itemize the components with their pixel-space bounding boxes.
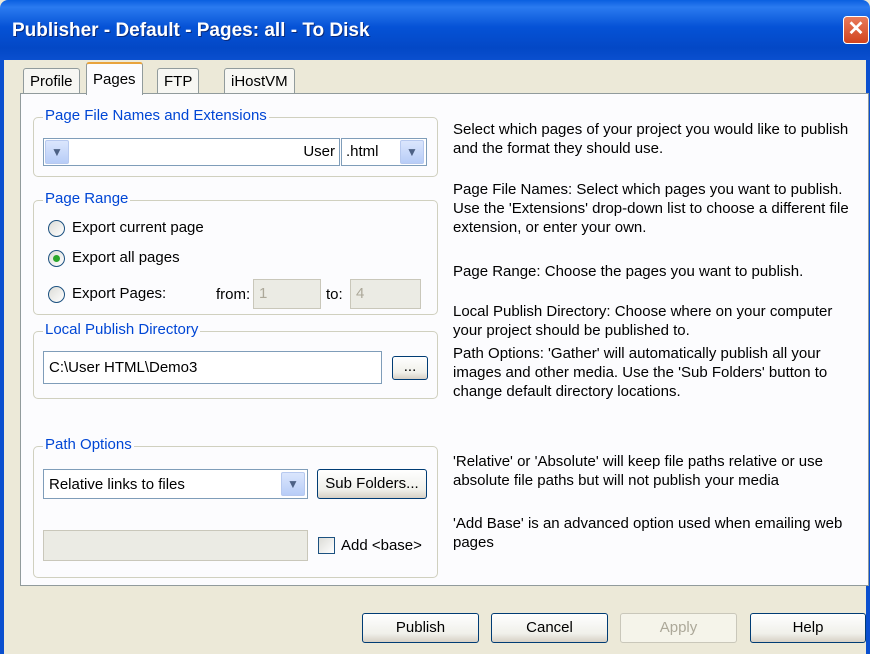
publish-dir-group-label: Local Publish Directory	[43, 321, 201, 338]
chevron-down-icon[interactable]: ▼	[400, 140, 424, 164]
help-paragraph-6: 'Relative' or 'Absolute' will keep file …	[453, 453, 823, 489]
to-field[interactable]: 4	[350, 279, 421, 309]
publish-button[interactable]: Publish	[362, 613, 479, 643]
path-options-group-label: Path Options	[43, 436, 134, 453]
extension-value: .html	[346, 143, 379, 160]
radio-label: Export current page	[72, 219, 204, 236]
radio-label: Export Pages:	[72, 285, 167, 302]
tab-pages[interactable]: Pages	[86, 62, 143, 95]
page-range-group-label: Page Range	[43, 190, 131, 207]
add-base-label: Add <base>	[341, 537, 422, 554]
radio-button-selected[interactable]	[48, 250, 65, 267]
chevron-down-icon[interactable]: ▼	[45, 140, 69, 164]
radio-button[interactable]	[48, 286, 65, 303]
help-paragraph-2: Page File Names: Select which pages you …	[453, 181, 849, 236]
radio-button[interactable]	[48, 220, 65, 237]
to-label: to:	[326, 286, 343, 303]
help-paragraph-1: Select which pages of your project you w…	[453, 121, 849, 157]
help-paragraph-7: 'Add Base' is an advanced option used wh…	[453, 515, 843, 551]
title-bar: Publisher - Default - Pages: all - To Di…	[0, 0, 870, 60]
tab-ftp[interactable]: FTP	[157, 68, 200, 94]
apply-button[interactable]: Apply	[620, 613, 737, 643]
close-icon[interactable]: ✕	[843, 16, 869, 44]
window-title: Publisher - Default - Pages: all - To Di…	[12, 20, 370, 41]
cancel-button[interactable]: Cancel	[491, 613, 608, 643]
path-options-selected: Relative links to files	[49, 476, 185, 493]
tab-ihostvm[interactable]: iHostVM	[224, 68, 295, 94]
base-url-field[interactable]	[43, 530, 308, 561]
radio-label: Export all pages	[72, 249, 180, 266]
page-names-selected: User	[303, 143, 335, 160]
from-field[interactable]: 1	[253, 279, 321, 309]
sub-folders-button[interactable]: Sub Folders...	[317, 469, 427, 499]
help-paragraph-4: Local Publish Directory: Choose where on…	[453, 303, 833, 339]
add-base-checkbox[interactable]	[318, 537, 335, 554]
path-options-select[interactable]: Relative links to files ▼	[43, 469, 308, 499]
tab-profile[interactable]: Profile	[23, 68, 80, 94]
help-button[interactable]: Help	[750, 613, 866, 643]
extension-select[interactable]: .html ▼	[341, 138, 427, 166]
window-frame-left	[0, 60, 4, 654]
page-names-group-label: Page File Names and Extensions	[43, 107, 269, 124]
browse-button[interactable]: ...	[392, 356, 428, 380]
publish-dir-field[interactable]: C:\User HTML\Demo3	[43, 351, 382, 384]
help-paragraph-3: Page Range: Choose the pages you want to…	[453, 263, 804, 280]
page-names-select[interactable]: ▼ User	[43, 138, 340, 166]
help-paragraph-5: Path Options: 'Gather' will automaticall…	[453, 345, 828, 400]
from-label: from:	[216, 286, 251, 303]
chevron-down-icon[interactable]: ▼	[281, 472, 305, 496]
